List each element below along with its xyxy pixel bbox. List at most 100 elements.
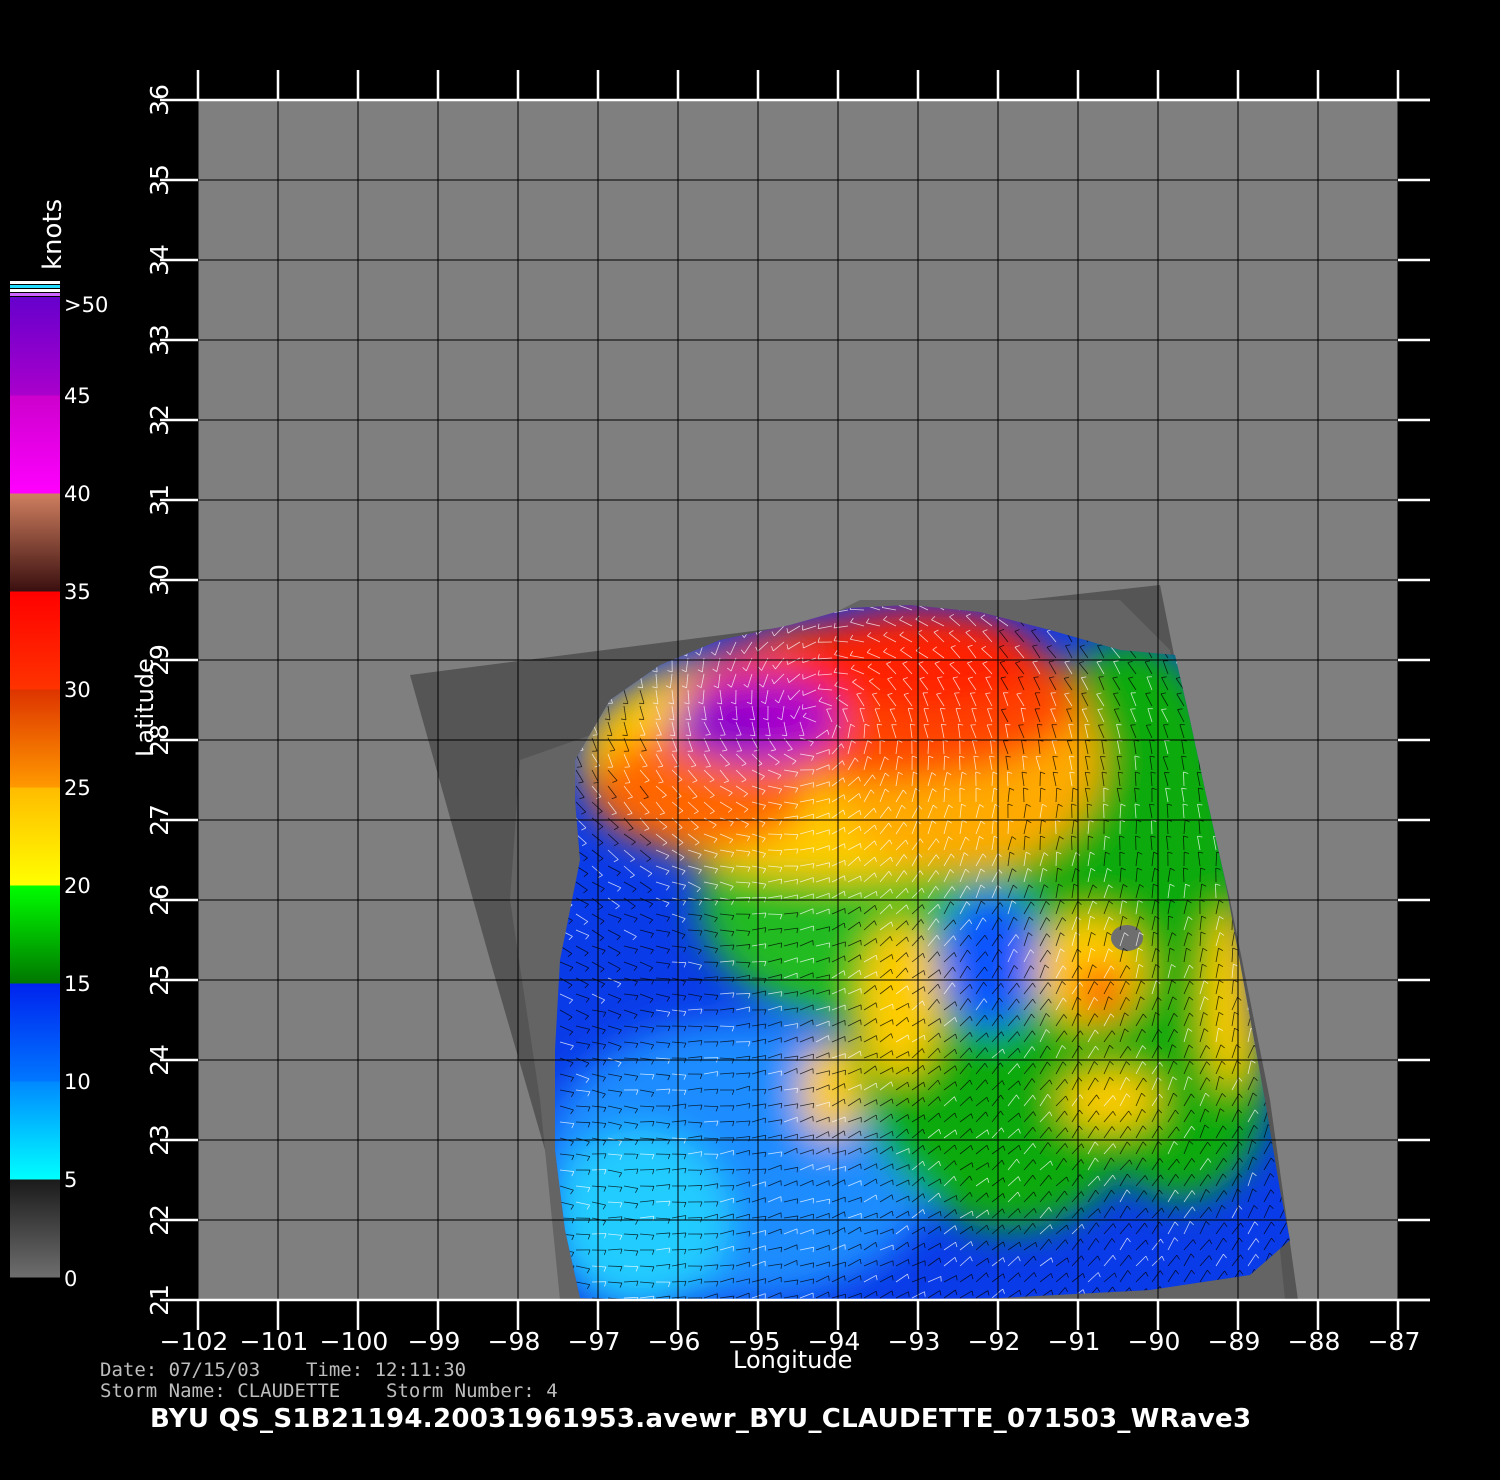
wind-barb-flag (764, 990, 767, 996)
wind-barb-flag (750, 734, 756, 737)
wind-barb (767, 913, 783, 915)
latitude-axis-title: Latitude (131, 658, 159, 757)
longitude-tick-label: −91 (1048, 1327, 1101, 1356)
colorbar-band (10, 493, 60, 592)
latitude-tick-label: 27 (145, 804, 174, 836)
longitude-tick-label: −92 (968, 1327, 1021, 1356)
colorbar-band (10, 787, 60, 886)
date-value: 07/15/03 (168, 1359, 261, 1381)
wind-barb (1055, 851, 1057, 867)
longitude-tick-label: −97 (568, 1327, 621, 1356)
wind-barb-flag (828, 942, 831, 948)
wind-barb-flag (1082, 708, 1088, 710)
wind-barb-flag (860, 1244, 862, 1250)
latitude-tick-label: 32 (145, 404, 174, 436)
colorbar-label: 35 (64, 580, 91, 604)
latitude-tick-label: 33 (145, 324, 174, 356)
colorbar-band (10, 983, 60, 1082)
time-value: 12:11:30 (374, 1359, 467, 1381)
wind-barb-flag (802, 642, 804, 649)
longitude-tick-label: −101 (240, 1327, 309, 1356)
longitude-tick-label: −98 (488, 1327, 541, 1356)
colorbar-label: >50 (64, 293, 108, 317)
wind-barb (639, 1169, 655, 1171)
wind-barb-flag (700, 1278, 703, 1284)
colorbar-band (10, 395, 60, 494)
wind-barb-flag (908, 1195, 910, 1202)
latitude-tick-label: 21 (145, 1284, 174, 1316)
wind-barb-flag (587, 1301, 589, 1305)
latitude-tick-label: 24 (145, 1044, 174, 1076)
wind-barb (1023, 787, 1025, 803)
colorbar-band (10, 591, 60, 690)
storm-line: Storm Name: CLAUDETTE Storm Number: 4 (100, 1380, 558, 1402)
storm-name-label: Storm Name: (100, 1380, 226, 1402)
wind-barb-flag (780, 1070, 783, 1076)
colorbar-unit: knots (38, 199, 68, 270)
colorbar-band (10, 1081, 60, 1180)
wind-barb (1151, 819, 1153, 835)
longitude-tick-label: −100 (320, 1327, 389, 1356)
wind-barb-flag (780, 878, 783, 885)
wind-barb (607, 1265, 623, 1267)
latitude-tick-label: 34 (145, 244, 174, 276)
wind-barb-flag (812, 1134, 815, 1140)
longitude-axis-title: Longitude (733, 1346, 852, 1374)
wind-barb-flag (748, 1006, 751, 1012)
longitude-tick-label: −89 (1208, 1327, 1261, 1356)
colorbar-label: 0 (64, 1267, 77, 1291)
longitude-tick-label: −96 (648, 1327, 701, 1356)
latitude-tick-label: 31 (145, 484, 174, 516)
date-time-line: Date: 07/15/03 Time: 12:11:30 (100, 1359, 466, 1381)
latitude-tick-label: 30 (145, 564, 174, 596)
latitude-tick-label: 35 (145, 164, 174, 196)
colorbar-band (10, 689, 60, 788)
wind-barb-flag (828, 974, 831, 980)
latitude-tick-label: 23 (145, 1124, 174, 1156)
colorbar-cap (10, 293, 60, 296)
product-title: BYU QS_S1B21194.20031961953.avewr_BYU_CL… (150, 1404, 1252, 1434)
longitude-tick-label: −93 (888, 1327, 941, 1356)
colorbar-label: 25 (64, 776, 91, 800)
colorbar-label: 5 (64, 1168, 77, 1192)
colorbar-labels: >50 45 40 35 30 25 20 15 10 5 0 (64, 293, 108, 1291)
longitude-tick-label: −87 (1368, 1327, 1421, 1356)
colorbar-label: 45 (64, 384, 91, 408)
latitude-tick-label: 36 (145, 84, 174, 116)
colorbar-label: 10 (64, 1070, 91, 1094)
colorbar-band (10, 297, 60, 396)
storm-name-value: CLAUDETTE (237, 1380, 341, 1402)
colorbar-cap (10, 281, 60, 284)
wind-barb (591, 1233, 607, 1235)
wind-barb (1103, 803, 1105, 819)
colorbar-band (10, 885, 60, 984)
colorbar-label: 20 (64, 874, 91, 898)
wind-map: −102 −101 −100 −99 −98 −97 −96 −95 −94 −93 −92 −91−… (10, 70, 1430, 1374)
wind-barb-flag (892, 1004, 894, 1010)
wind-barb (735, 897, 751, 899)
wind-barb-flag (780, 1134, 783, 1140)
wind-barb-flag (796, 894, 799, 900)
storm-number-value: 4 (546, 1380, 558, 1402)
latitude-tick-label: 26 (145, 884, 174, 916)
storm-number-label: Storm Number: (386, 1380, 535, 1402)
colorbar-label: 15 (64, 972, 91, 996)
colorbar (10, 281, 60, 1278)
time-label: Time: (305, 1359, 364, 1381)
wind-barb (1183, 771, 1185, 787)
wind-barb (735, 993, 751, 995)
longitude-tick-label: −99 (408, 1327, 461, 1356)
wind-barb-flag (890, 708, 896, 710)
wind-barb (1199, 867, 1201, 883)
colorbar-label: 40 (64, 482, 91, 506)
longitude-tick-label: −90 (1128, 1327, 1181, 1356)
longitude-tick-label: −88 (1288, 1327, 1341, 1356)
date-label: Date: (100, 1359, 158, 1381)
colorbar-label: 30 (64, 678, 91, 702)
colorbar-cap (10, 289, 60, 292)
wind-barb (687, 1185, 703, 1187)
latitude-tick-label: 22 (145, 1204, 174, 1236)
colorbar-cap (10, 285, 60, 288)
wind-barb-flag (812, 1278, 815, 1284)
longitude-tick-label: −102 (160, 1327, 229, 1356)
